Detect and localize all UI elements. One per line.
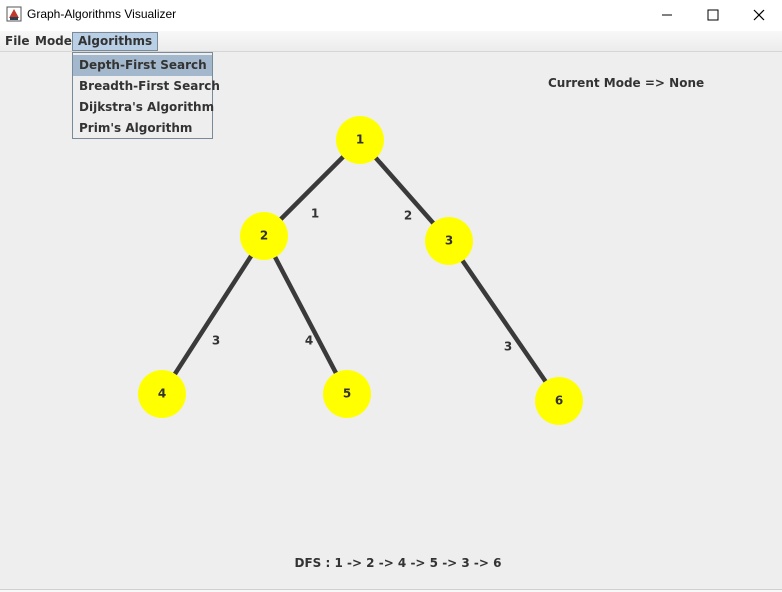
menu-mode[interactable]: Mode bbox=[30, 32, 77, 51]
menu-algorithms[interactable]: Algorithms bbox=[72, 32, 159, 51]
vertex-4[interactable]: 4 bbox=[138, 370, 186, 418]
vertex-1[interactable]: 1 bbox=[336, 116, 384, 164]
window-title: Graph-Algorithms Visualizer bbox=[27, 7, 177, 21]
vertex-label: 3 bbox=[445, 234, 453, 248]
current-mode-label: Current Mode => None bbox=[548, 76, 705, 90]
vertex-2[interactable]: 2 bbox=[240, 212, 288, 260]
vertex-label: 4 bbox=[158, 387, 166, 401]
algorithms-dropdown-menu: Depth-First Search Breadth-First Search … bbox=[72, 52, 220, 139]
vertex-label: 2 bbox=[260, 229, 268, 243]
vertex-5[interactable]: 5 bbox=[323, 370, 371, 418]
title-bar: Graph-Algorithms Visualizer bbox=[0, 0, 782, 31]
java-app-icon bbox=[6, 6, 22, 22]
close-icon bbox=[753, 9, 765, 21]
maximize-icon bbox=[707, 9, 719, 21]
edge-weight-1-2: 1 bbox=[311, 207, 319, 221]
edges-layer bbox=[160, 138, 561, 403]
maximize-button[interactable] bbox=[690, 0, 736, 30]
vertex-6[interactable]: 6 bbox=[535, 377, 583, 425]
minimize-button[interactable] bbox=[644, 0, 690, 30]
close-button[interactable] bbox=[736, 0, 782, 30]
minimize-icon bbox=[662, 14, 672, 16]
edge-weight-2-5: 4 bbox=[305, 334, 313, 348]
vertex-label: 6 bbox=[555, 394, 563, 408]
menu-bar: File Mode Algorithms bbox=[0, 31, 782, 52]
vertex-label: 5 bbox=[343, 387, 351, 401]
edge-2-5 bbox=[262, 234, 349, 396]
algorithm-result-label: DFS : 1 -> 2 -> 4 -> 5 -> 3 -> 6 bbox=[294, 556, 502, 570]
edge-3-6 bbox=[447, 239, 561, 403]
edge-weight-3-6: 3 bbox=[504, 340, 512, 354]
vertices-layer: 1 2 3 4 5 6 bbox=[138, 116, 583, 425]
menu-item-breadth-first-search[interactable]: Breadth-First Search bbox=[73, 76, 220, 97]
menu-item-depth-first-search[interactable]: Depth-First Search bbox=[73, 55, 212, 76]
edge-weight-2-4: 3 bbox=[212, 334, 220, 348]
edge-2-4 bbox=[160, 234, 266, 396]
menu-item-prims-algorithm[interactable]: Prim's Algorithm bbox=[73, 118, 212, 139]
menu-item-dijkstras-algorithm[interactable]: Dijkstra's Algorithm bbox=[73, 97, 214, 118]
edge-weight-1-3: 2 bbox=[404, 209, 412, 223]
vertex-3[interactable]: 3 bbox=[425, 217, 473, 265]
vertex-label: 1 bbox=[356, 133, 364, 147]
